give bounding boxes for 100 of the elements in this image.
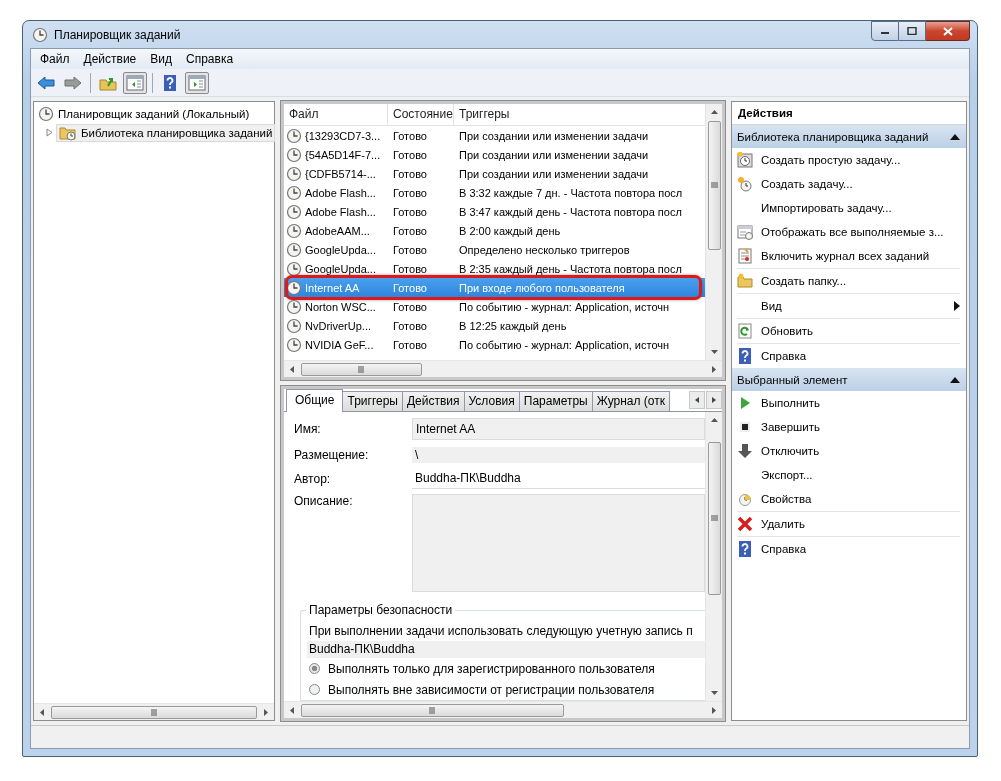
action-item[interactable]: Включить журнал всех заданий <box>737 244 960 269</box>
scroll-down-arrow[interactable] <box>709 688 719 697</box>
tree-toggle-button[interactable] <box>123 71 147 94</box>
scrollbar-thumb[interactable] <box>707 441 721 595</box>
table-cell-text: При создании или изменении задачи <box>458 167 650 180</box>
radio-option[interactable]: Выполнять вне зависимости от регистрации пользователя <box>309 679 705 700</box>
menu-item[interactable]: Действие <box>76 52 144 66</box>
close-button[interactable] <box>926 21 970 41</box>
collapse-arrow-icon[interactable] <box>950 376 960 383</box>
action-item[interactable]: Свойства <box>737 487 960 512</box>
description-field[interactable] <box>412 494 705 592</box>
folder-clock-icon <box>59 124 77 141</box>
tab[interactable]: Триггеры <box>342 391 403 411</box>
menu-item[interactable]: Вид <box>143 52 179 66</box>
scroll-down-arrow[interactable] <box>709 347 719 356</box>
task-row[interactable]: Adobe Flash... Готово В 3:32 каждые 7 дн. - Частота повтора посл <box>284 183 705 202</box>
action-item[interactable]: Обновить <box>737 319 960 344</box>
tab[interactable]: Действия <box>401 391 465 411</box>
action-item[interactable]: Завершить <box>737 415 960 439</box>
scroll-left-arrow[interactable] <box>288 364 297 374</box>
tab-scroll-right-button[interactable] <box>706 391 722 409</box>
tab[interactable]: Параметры <box>518 391 593 411</box>
help-icon <box>737 541 753 557</box>
scrollbar-thumb[interactable] <box>301 362 423 376</box>
action-item[interactable]: Импортировать задачу... <box>737 196 960 220</box>
task-row[interactable]: Adobe Flash... Готово В 3:47 каждый день - Частота повтора посл <box>284 202 705 221</box>
vertical-scrollbar[interactable] <box>705 104 722 360</box>
task-row[interactable]: {54A5D14F-7... Готово При создании или изменении задачи <box>284 145 705 164</box>
author-field[interactable]: Buddha-ПК\Buddha <box>412 468 705 489</box>
maximize-button[interactable] <box>899 21 926 41</box>
table-cell: GoogleUpda... <box>284 260 388 277</box>
account-prompt: При выполнении задачи использовать следующую учетную запись п <box>309 623 694 640</box>
forward-arrow-icon <box>64 74 82 91</box>
radio-button[interactable] <box>309 663 320 674</box>
action-item[interactable]: Отображать все выполняемые з... <box>737 220 960 244</box>
table-cell: NVIDIA GeF... <box>284 336 388 353</box>
scroll-left-arrow[interactable] <box>288 705 297 715</box>
action-item[interactable]: Справка <box>737 537 960 561</box>
tab[interactable]: Журнал (отк <box>591 391 670 411</box>
task-row[interactable]: NvDriverUp... Готово В 12:25 каждый день <box>284 316 705 335</box>
action-item[interactable]: Создать задачу... <box>737 172 960 196</box>
tree-item[interactable]: Библиотека планировщика заданий <box>56 123 276 142</box>
action-item[interactable]: Вид <box>737 294 960 319</box>
action-item[interactable]: Создать папку... <box>737 269 960 294</box>
action-item[interactable]: Отключить <box>737 439 960 463</box>
task-row[interactable]: {13293CD7-3... Готово При создании или изменении задачи <box>284 126 705 145</box>
column-header[interactable]: Триггеры <box>454 104 705 125</box>
section-header[interactable]: Библиотека планировщика заданий <box>732 125 966 148</box>
scroll-up-arrow[interactable] <box>709 108 719 117</box>
scroll-right-arrow[interactable] <box>261 707 270 717</box>
account-field[interactable]: Buddha-ПК\Buddha <box>307 641 705 658</box>
folder-icon <box>737 273 753 289</box>
menu-item[interactable]: Справка <box>179 52 241 66</box>
scrollbar-thumb[interactable] <box>707 121 721 250</box>
action-item[interactable]: Удалить <box>737 512 960 537</box>
scroll-right-arrow[interactable] <box>709 364 718 374</box>
radio-button[interactable] <box>309 684 320 695</box>
section-header[interactable]: Выбранный элемент <box>732 368 966 391</box>
table-cell-text: В 12:25 каждый день <box>458 319 568 332</box>
scrollbar-thumb[interactable] <box>301 703 564 717</box>
action-item[interactable]: Экспорт... <box>737 463 960 487</box>
horizontal-scrollbar[interactable] <box>34 703 274 720</box>
clock-icon <box>737 491 753 507</box>
task-row[interactable]: {CDFB5714-... Готово При создании или изменении задачи <box>284 164 705 183</box>
horizontal-scrollbar[interactable] <box>284 701 722 718</box>
clock-icon <box>286 184 302 201</box>
task-row[interactable]: GoogleUpda... Готово Определено несколько триггеров <box>284 240 705 259</box>
tree-item[interactable]: Планировщик заданий (Локальный) <box>35 104 253 123</box>
vertical-scrollbar[interactable] <box>705 412 722 701</box>
action-item[interactable]: Справка <box>737 344 960 368</box>
action-pane-toggle-button[interactable] <box>185 71 209 94</box>
scroll-right-arrow[interactable] <box>709 705 718 715</box>
tab[interactable]: Общие <box>286 389 344 412</box>
action-item[interactable]: Выполнить <box>737 391 960 415</box>
tab[interactable]: Условия <box>463 391 520 411</box>
table-cell-text: Готово <box>392 300 428 313</box>
column-header[interactable]: Состояние <box>388 104 454 125</box>
menu-item[interactable]: Файл <box>33 52 77 66</box>
location-field[interactable]: \ <box>412 447 705 463</box>
radio-option[interactable]: Выполнять только для зарегистрированного пользователя <box>309 658 705 679</box>
task-row[interactable]: NVIDIA GeF... Готово По событию - журнал: Application, источн <box>284 335 705 354</box>
scroll-up-arrow[interactable] <box>709 416 719 425</box>
clock-icon <box>286 127 302 144</box>
collapse-arrow-icon[interactable] <box>950 133 960 140</box>
name-field[interactable]: Internet AA <box>412 417 705 440</box>
horizontal-scrollbar[interactable] <box>284 360 722 377</box>
scrollbar-thumb[interactable] <box>51 705 257 719</box>
tab-scroll-left-button[interactable] <box>689 391 705 409</box>
action-item[interactable]: Создать простую задачу... <box>737 148 960 172</box>
table-cell: Norton WSC... <box>284 298 388 315</box>
column-header[interactable]: Файл <box>284 104 388 125</box>
scroll-left-arrow[interactable] <box>38 707 47 717</box>
expand-arrow-icon[interactable] <box>45 128 54 137</box>
task-row[interactable]: GoogleUpda... Готово В 2:35 каждый день - Частота повтора посл <box>284 259 705 278</box>
minimize-button[interactable] <box>871 21 899 41</box>
task-row[interactable]: AdobeAAM... Готово В 2:00 каждый день <box>284 221 705 240</box>
window-title: Планировщик заданий <box>54 27 181 42</box>
table-cell-text: При создании или изменении задачи <box>458 129 650 142</box>
task-row[interactable]: Norton WSC... Готово По событию - журнал: Application, источн <box>284 297 705 316</box>
refresh-icon <box>737 323 753 339</box>
